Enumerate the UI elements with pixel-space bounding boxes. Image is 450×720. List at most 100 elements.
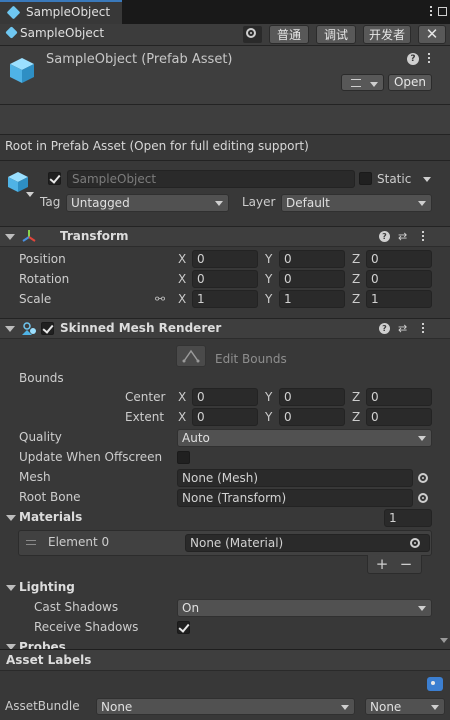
extent-z-field[interactable]: 0 <box>366 408 432 426</box>
component-menu-icon[interactable] <box>419 229 427 245</box>
static-checkbox[interactable] <box>359 172 372 185</box>
object-picker-icon[interactable] <box>418 493 428 503</box>
quality-label: Quality <box>19 430 62 444</box>
scale-label: Scale <box>19 292 52 306</box>
chevron-down-icon <box>418 201 426 206</box>
help-icon[interactable]: ? <box>379 323 390 334</box>
mode-developer-button[interactable]: 开发者 <box>363 25 411 44</box>
asset-labels-title: Asset Labels <box>6 653 92 667</box>
materials-count-field[interactable]: 1 <box>384 509 432 527</box>
rotation-y-field[interactable]: 0 <box>279 270 345 288</box>
foldout-arrow-icon[interactable] <box>5 234 15 240</box>
lighting-foldout-icon[interactable] <box>6 585 16 591</box>
materials-foldout-icon[interactable] <box>6 515 16 521</box>
maximize-icon[interactable] <box>438 7 447 16</box>
asset-menu-icon[interactable] <box>425 51 433 67</box>
lighting-label[interactable]: Lighting <box>19 580 75 594</box>
extent-label: Extent <box>125 410 165 424</box>
tag-hole <box>431 681 435 685</box>
static-dropdown-arrow[interactable] <box>423 177 431 182</box>
axis-y-label: Y <box>265 272 273 286</box>
axis-z-label: Z <box>352 390 361 404</box>
assetbundle-dropdown[interactable]: None <box>96 698 355 715</box>
window-menu-icon[interactable] <box>427 4 435 20</box>
element-material-field[interactable]: None (Material) <box>185 534 430 552</box>
mode-normal-button[interactable]: 普通 <box>269 25 309 44</box>
axis-z-label: Z <box>352 272 361 286</box>
assetbundle-value: None <box>101 700 133 714</box>
component-menu-icon[interactable] <box>419 321 427 337</box>
update-offscreen-label: Update When Offscreen <box>19 450 163 464</box>
rotation-x-field[interactable]: 0 <box>192 270 258 288</box>
assetbundle-variant-dropdown[interactable]: None <box>365 698 445 715</box>
scale-x-field[interactable]: 1 <box>192 290 258 308</box>
link-icon[interactable]: ⚯ <box>155 293 169 305</box>
layer-dropdown[interactable]: Default <box>281 194 432 212</box>
list-icon <box>351 79 361 87</box>
rotation-z-field[interactable]: 0 <box>366 270 432 288</box>
materials-label[interactable]: Materials <box>19 510 82 524</box>
rotation-label: Rotation <box>19 272 70 286</box>
help-icon[interactable]: ? <box>379 231 390 242</box>
divider <box>0 160 450 161</box>
divider <box>0 134 450 135</box>
lock-field[interactable] <box>243 26 262 43</box>
cast-shadows-dropdown[interactable]: On <box>177 599 432 617</box>
axis-x-label: X <box>178 390 187 404</box>
quality-dropdown[interactable]: Auto <box>177 429 432 447</box>
position-z-field[interactable]: 0 <box>366 250 432 268</box>
position-x-field[interactable]: 0 <box>192 250 258 268</box>
mesh-field[interactable]: None (Mesh) <box>177 469 413 487</box>
chevron-down-icon <box>418 606 426 611</box>
active-checkbox[interactable] <box>48 172 61 185</box>
extent-y-field[interactable]: 0 <box>279 408 345 426</box>
root-note: Root in Prefab Asset (Open for full edit… <box>5 139 309 153</box>
help-icon[interactable]: ? <box>407 53 419 65</box>
axis-x-label: X <box>178 272 187 286</box>
object-picker-icon[interactable] <box>418 473 428 483</box>
renderer-enabled-checkbox[interactable] <box>41 322 54 335</box>
preset-icon[interactable]: ⇄ <box>398 231 410 242</box>
center-z-field[interactable]: 0 <box>366 388 432 406</box>
prefab-cube-icon <box>8 56 36 84</box>
receive-shadows-checkbox[interactable] <box>177 621 190 634</box>
gameobject-name-field[interactable]: SampleObject <box>67 170 355 188</box>
scroll-down-arrow-icon[interactable] <box>440 638 448 643</box>
chevron-down-icon <box>418 436 426 441</box>
axis-y-label: Y <box>265 390 273 404</box>
scale-z-field[interactable]: 1 <box>366 290 432 308</box>
scrollbar[interactable] <box>440 630 448 648</box>
tag-value: Untagged <box>71 196 130 210</box>
add-element-button[interactable]: + <box>375 556 389 572</box>
axis-x-label: X <box>178 410 187 424</box>
object-picker-icon[interactable] <box>410 538 420 548</box>
breadcrumb: SampleObject <box>20 26 105 40</box>
update-offscreen-checkbox[interactable] <box>177 451 190 464</box>
position-y-field[interactable]: 0 <box>279 250 345 268</box>
mode-debug-button[interactable]: 调试 <box>316 25 356 44</box>
tag-dropdown[interactable]: Untagged <box>66 194 229 212</box>
center-label: Center <box>125 390 166 404</box>
extent-x-field[interactable]: 0 <box>192 408 258 426</box>
label-tag-icon[interactable] <box>427 677 443 691</box>
skinned-mesh-icon <box>21 321 37 336</box>
drag-handle-icon[interactable] <box>26 540 36 545</box>
axis-y-label: Y <box>265 410 273 424</box>
root-bone-label: Root Bone <box>19 490 81 504</box>
scale-y-field[interactable]: 1 <box>279 290 345 308</box>
remove-element-button[interactable]: − <box>399 556 413 572</box>
preset-icon[interactable]: ⇄ <box>398 323 410 334</box>
list-dropdown-button[interactable] <box>341 74 384 91</box>
open-button[interactable]: Open <box>388 74 432 91</box>
center-y-field[interactable]: 0 <box>279 388 345 406</box>
bounds-icon <box>182 349 200 363</box>
window-tab[interactable]: SampleObject <box>0 0 122 24</box>
center-x-field[interactable]: 0 <box>192 388 258 406</box>
foldout-arrow-icon[interactable] <box>5 326 15 332</box>
close-button[interactable]: ✕ <box>418 25 446 44</box>
icon-dropdown-arrow[interactable] <box>26 192 34 197</box>
edit-bounds-button[interactable] <box>176 345 206 367</box>
root-bone-field[interactable]: None (Transform) <box>177 489 413 507</box>
transform-icon <box>22 229 36 243</box>
edit-bounds-label: Edit Bounds <box>215 352 287 366</box>
